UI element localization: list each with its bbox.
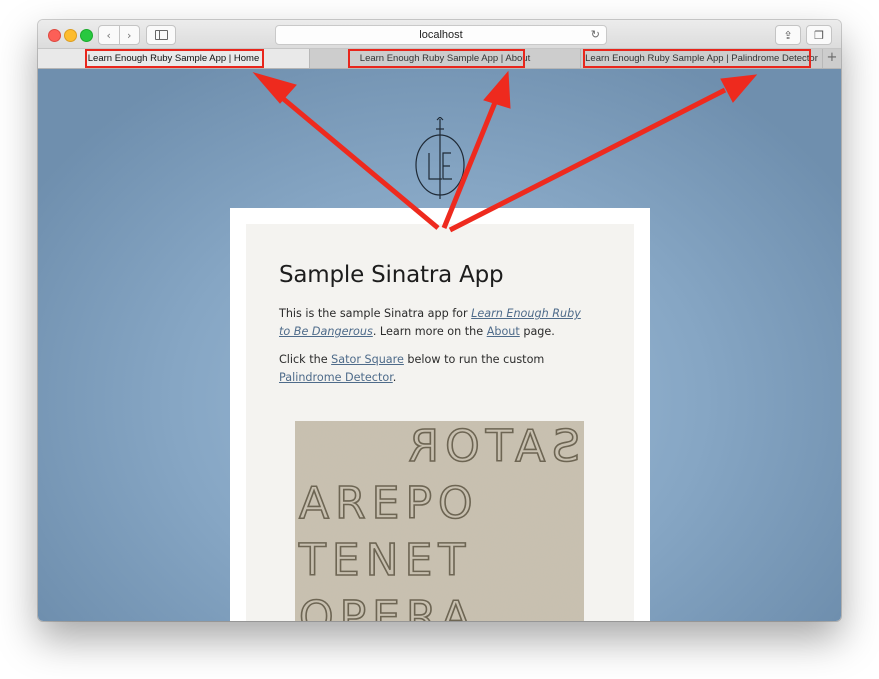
close-window-button[interactable]: [48, 29, 61, 42]
intro-middle: . Learn more on the: [372, 325, 487, 338]
url-text: localhost: [419, 29, 463, 41]
content-card: Sample Sinatra App This is the sample Si…: [230, 208, 650, 621]
minimize-window-button[interactable]: [64, 29, 77, 42]
tabs-overview-icon[interactable]: ❐: [806, 25, 832, 45]
cta-paragraph: Click the Sator Square below to run the …: [279, 351, 589, 387]
sator-square-image[interactable]: SATOR AREPO TENET OPERA: [295, 421, 584, 621]
zoom-window-button[interactable]: [80, 29, 93, 42]
content-panel: Sample Sinatra App This is the sample Si…: [246, 224, 634, 621]
annotation-box-about-tab: [348, 49, 525, 68]
new-tab-button[interactable]: +: [823, 49, 841, 68]
history-nav: ‹ ›: [98, 25, 140, 45]
reload-icon[interactable]: ↻: [591, 26, 600, 44]
cta-prefix: Click the: [279, 353, 332, 366]
about-link[interactable]: About: [487, 325, 520, 338]
intro-paragraph: This is the sample Sinatra app for Learn…: [279, 305, 589, 341]
sidebar-icon[interactable]: [146, 25, 176, 45]
palindrome-detector-link[interactable]: Palindrome Detector: [279, 371, 393, 384]
share-icon[interactable]: ⇪: [775, 25, 801, 45]
sator-row: SATOR: [402, 421, 580, 472]
cta-middle: below to run the custom: [403, 353, 545, 366]
page-title: Sample Sinatra App: [279, 262, 504, 288]
page-viewport: Sample Sinatra App This is the sample Si…: [38, 69, 841, 621]
tenet-row: TENET: [298, 535, 471, 586]
sator-square-link[interactable]: Sator Square: [331, 353, 404, 366]
le-logo: [415, 117, 465, 199]
address-bar[interactable]: localhost ↻: [275, 25, 607, 45]
cta-suffix: .: [392, 371, 397, 384]
annotation-box-home-tab: [85, 49, 264, 68]
title-bar: ‹ › localhost ↻ ⇪ ❐: [38, 20, 841, 49]
intro-prefix: This is the sample Sinatra app for: [279, 307, 472, 320]
browser-window: ‹ › localhost ↻ ⇪ ❐ Learn Enough Ruby Sa…: [38, 20, 841, 621]
forward-icon[interactable]: ›: [120, 26, 140, 44]
annotation-box-palindrome-tab: [583, 49, 811, 68]
arepo-row: AREPO: [299, 478, 479, 529]
intro-suffix: page.: [519, 325, 555, 338]
opera-row: OPERA: [299, 592, 477, 621]
back-icon[interactable]: ‹: [99, 26, 120, 44]
